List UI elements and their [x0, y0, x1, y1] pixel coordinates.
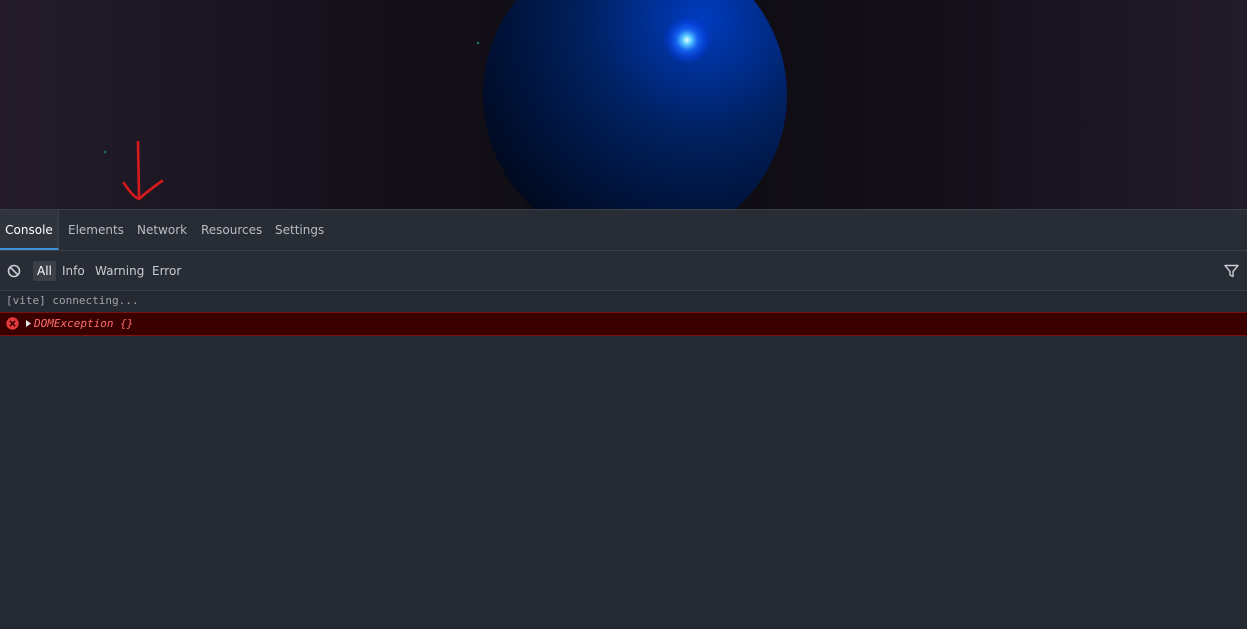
tab-console[interactable]: Console [0, 210, 59, 250]
tab-resources[interactable]: Resources [201, 210, 262, 250]
red-arrow-annotation [122, 140, 164, 201]
expand-caret-icon[interactable] [25, 319, 32, 328]
tab-settings[interactable]: Settings [275, 210, 324, 250]
error-message[interactable]: DOMException {} [34, 313, 133, 334]
tab-elements[interactable]: Elements [68, 210, 124, 250]
error-circle-icon [6, 317, 19, 330]
star-dot [476, 41, 480, 45]
devtools-tabbar: Console Elements Network Resources Setti… [0, 210, 1247, 251]
canvas-scene [0, 0, 1247, 209]
scene-graphics [103, 0, 787, 209]
filter-all-button[interactable]: All [33, 261, 56, 281]
light-glow [663, 16, 711, 64]
console-log-info: [vite] connecting... [0, 291, 1247, 312]
star-dot [103, 150, 107, 154]
log-message: [vite] connecting... [6, 294, 139, 307]
devtools-panel: Console Elements Network Resources Setti… [0, 209, 1247, 629]
planet-sphere [483, 0, 787, 209]
console-toolbar: All Info Warning Error [0, 251, 1247, 291]
filter-info-button[interactable]: Info [58, 261, 89, 281]
filter-error-button[interactable]: Error [148, 261, 185, 281]
console-log-error: DOMException {} [0, 312, 1247, 336]
tab-network[interactable]: Network [137, 210, 187, 250]
page: Console Elements Network Resources Setti… [0, 0, 1247, 629]
filter-funnel-icon[interactable] [1224, 264, 1239, 278]
clear-console-icon[interactable] [7, 264, 21, 278]
filter-warning-button[interactable]: Warning [91, 261, 148, 281]
